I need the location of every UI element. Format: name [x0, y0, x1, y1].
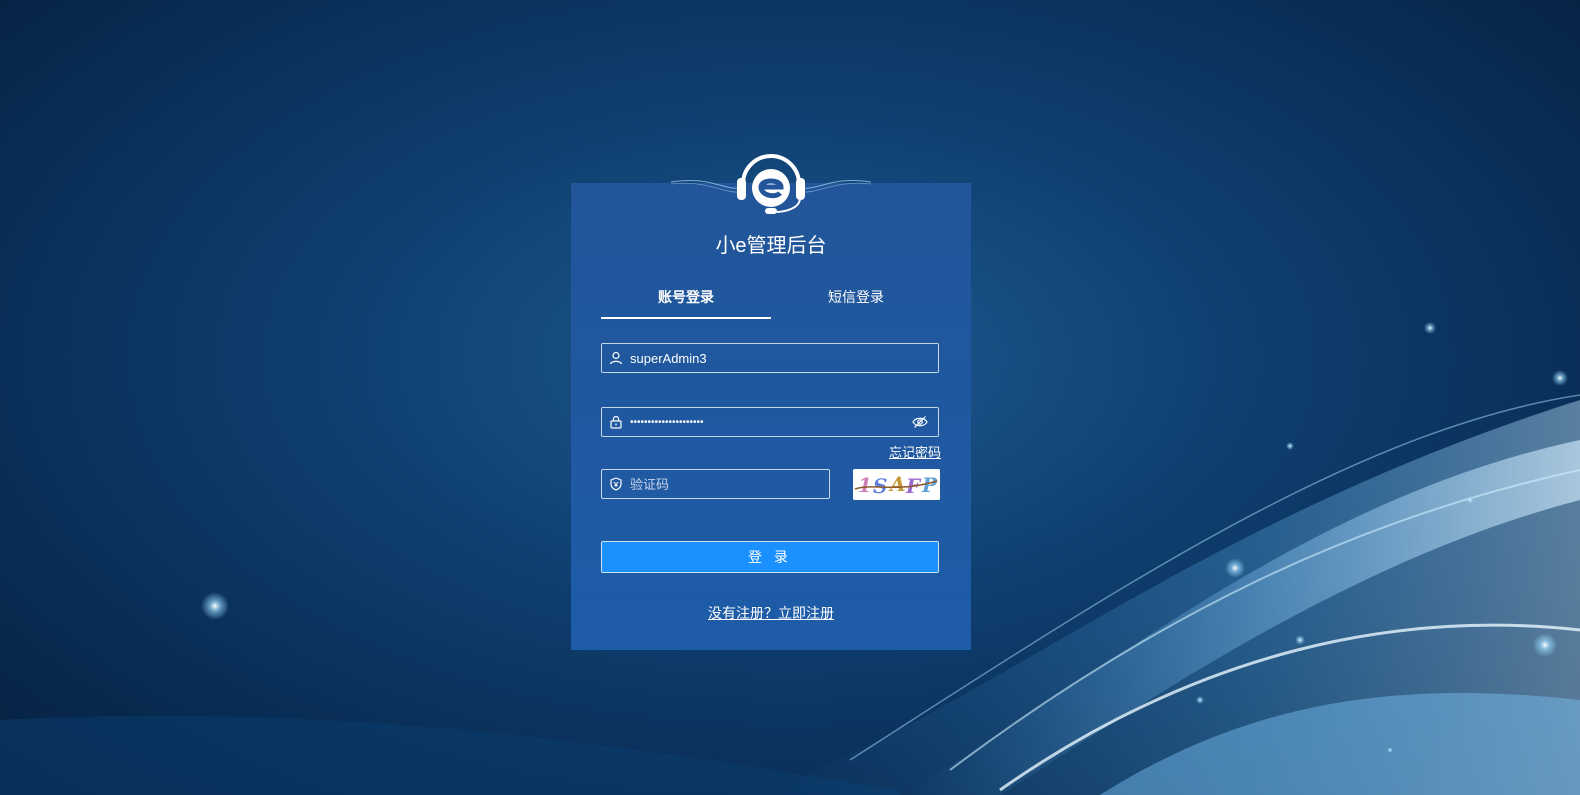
username-field	[601, 343, 939, 373]
eye-off-icon[interactable]	[902, 408, 938, 436]
register-link[interactable]: 没有注册？立即注册	[571, 603, 971, 623]
captcha-field	[601, 469, 830, 499]
login-tabs: 账号登录 短信登录	[601, 283, 941, 319]
password-input[interactable]	[630, 409, 902, 435]
login-button[interactable]: 登 录	[601, 541, 939, 573]
shield-icon	[602, 470, 630, 498]
headset-e-logo	[670, 154, 872, 214]
svg-text:1: 1	[858, 473, 872, 497]
login-card: 小e管理后台 账号登录 短信登录 superAdmin3 •••••••••••…	[571, 183, 971, 650]
captcha-input[interactable]	[630, 471, 829, 497]
forgot-password-link[interactable]: 忘记密码	[889, 442, 941, 461]
username-input[interactable]	[630, 345, 938, 371]
captcha-image[interactable]: 1 S A F P	[853, 469, 940, 500]
password-field	[601, 407, 939, 437]
user-icon	[602, 344, 630, 372]
tab-account-login[interactable]: 账号登录	[601, 283, 771, 319]
logo-area	[571, 150, 971, 230]
lock-icon	[602, 408, 630, 436]
svg-text:S: S	[873, 474, 887, 498]
tab-sms-login[interactable]: 短信登录	[771, 283, 941, 317]
svg-text:A: A	[888, 472, 906, 496]
app-title: 小e管理后台	[715, 235, 827, 257]
